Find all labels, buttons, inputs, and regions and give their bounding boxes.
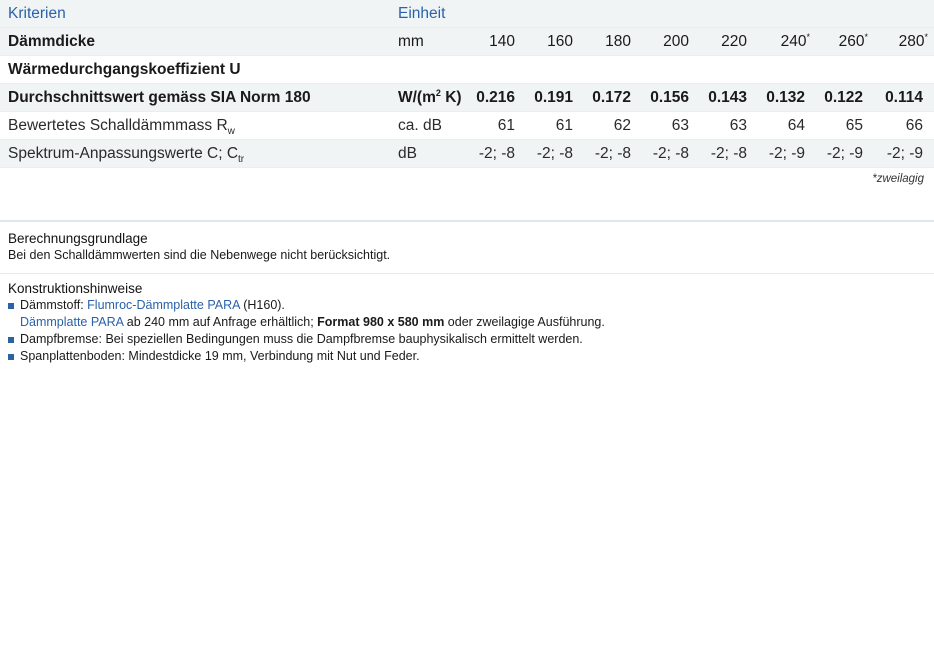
table-cell: -2; -9 <box>874 139 934 168</box>
table-cell: 160 <box>526 27 584 56</box>
table-cell: 61 <box>526 111 584 140</box>
bullet-square-icon <box>8 337 14 343</box>
footnote-marker: * <box>924 31 928 42</box>
table-cell: 140 <box>468 27 526 56</box>
thickness-row: Dämmdicke mm 140 160 180 200 220 240* 26… <box>0 27 934 56</box>
u-label: Durchschnittswert gemäss SIA Norm 180 <box>0 83 398 112</box>
list-item: Dämmstoff: Flumroc-Dämmplatte PARA (H160… <box>8 297 934 314</box>
criteria-header: Kriterien <box>0 0 398 28</box>
construction-list: Dämmstoff: Flumroc-Dämmplatte PARA (H160… <box>8 297 934 365</box>
table-cell: -2; -8 <box>468 139 526 168</box>
table-cell: 0.216 <box>468 83 526 112</box>
basis-text: Bei den Schalldämmwerten sind die Nebenw… <box>8 248 391 262</box>
table-cell: 0.143 <box>700 83 758 112</box>
spec-table: Kriterien Einheit Dämmdicke mm 140 160 1… <box>0 0 934 168</box>
table-header-row: Kriterien Einheit <box>0 0 934 28</box>
table-cell: -2; -9 <box>816 139 874 168</box>
footnote: *zweilagig <box>872 173 924 185</box>
table-cell: 280* <box>874 27 934 56</box>
table-cell: 220 <box>700 27 758 56</box>
table-cell: -2; -8 <box>584 139 642 168</box>
table-cell: 0.122 <box>816 83 874 112</box>
sound-row: Bewertetes Schalldämmmass Rw ca. dB 61 6… <box>0 111 934 140</box>
table-cell: 0.191 <box>526 83 584 112</box>
table-cell: -2; -8 <box>526 139 584 168</box>
thickness-label: Dämmdicke <box>0 27 398 56</box>
table-cell: 260* <box>816 27 874 56</box>
list-item: Dampfbremse: Bei speziellen Bedingungen … <box>8 331 934 348</box>
divider <box>0 220 934 222</box>
table-cell: 61 <box>468 111 526 140</box>
format-text: Format 980 x 580 mm <box>317 315 445 329</box>
table-cell: 0.132 <box>758 83 816 112</box>
sound-unit: ca. dB <box>398 111 468 140</box>
sound-label: Bewertetes Schalldämmmass Rw <box>0 111 398 140</box>
footnote-marker: * <box>864 31 868 42</box>
product-name: Flumroc-Dämmplatte PARA <box>87 298 240 312</box>
construction-title: Konstruktionshinweise <box>8 281 143 296</box>
list-item-continuation: Dämmplatte PARA ab 240 mm auf Anfrage er… <box>20 315 605 329</box>
bullet-square-icon <box>8 303 14 309</box>
spectrum-row: Spektrum-Anpassungswerte C; Ctr dB -2; -… <box>0 139 934 168</box>
basis-title: Berechnungsgrundlage <box>8 231 148 246</box>
bullet-square-icon <box>8 354 14 360</box>
spectrum-label: Spektrum-Anpassungswerte C; Ctr <box>0 139 398 168</box>
basis-section: Berechnungsgrundlage Bei den Schalldämmw… <box>0 230 934 264</box>
table-cell: 65 <box>816 111 874 140</box>
table-cell: 0.172 <box>584 83 642 112</box>
spectrum-unit: dB <box>398 139 468 168</box>
unit-header: Einheit <box>398 0 468 28</box>
table-cell: -2; -8 <box>700 139 758 168</box>
table-cell: 62 <box>584 111 642 140</box>
u-title-row: Wärmedurchgangskoeffizient U <box>0 55 934 84</box>
table-cell: 66 <box>874 111 934 140</box>
list-item: Spanplattenboden: Mindestdicke 19 mm, Ve… <box>8 348 934 365</box>
table-cell: 63 <box>700 111 758 140</box>
u-title: Wärmedurchgangskoeffizient U <box>0 55 934 84</box>
table-cell: 180 <box>584 27 642 56</box>
product-name: Dämmplatte PARA <box>20 315 124 329</box>
page: Kriterien Einheit Dämmdicke mm 140 160 1… <box>0 0 934 670</box>
table-cell: 63 <box>642 111 700 140</box>
footnote-marker: * <box>806 31 810 42</box>
table-cell: -2; -8 <box>642 139 700 168</box>
divider <box>0 273 934 274</box>
u-row: Durchschnittswert gemäss SIA Norm 180 W/… <box>0 83 934 112</box>
table-cell: 240* <box>758 27 816 56</box>
u-unit: W/(m2 K) <box>398 83 468 112</box>
table-cell: 64 <box>758 111 816 140</box>
thickness-unit: mm <box>398 27 468 56</box>
table-cell: 0.156 <box>642 83 700 112</box>
construction-section: Konstruktionshinweise Dämmstoff: Flumroc… <box>0 280 934 365</box>
table-cell: 200 <box>642 27 700 56</box>
table-cell: 0.114 <box>874 83 934 112</box>
table-cell: -2; -9 <box>758 139 816 168</box>
